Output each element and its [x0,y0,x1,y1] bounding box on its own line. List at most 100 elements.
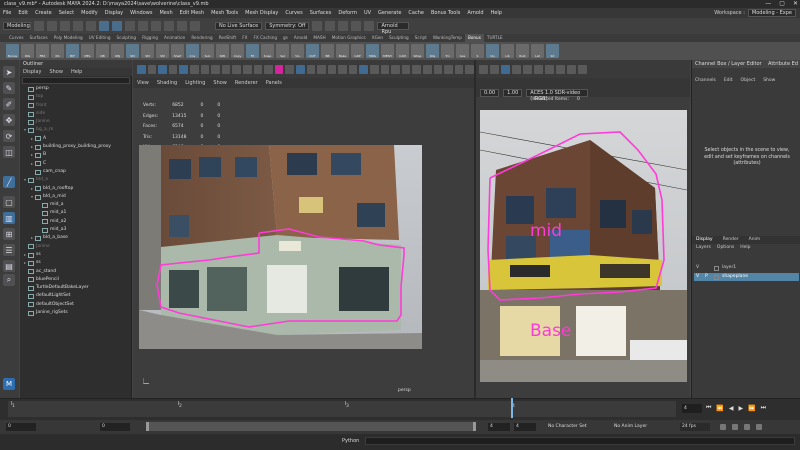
outliner-item[interactable]: ▸ bld_a_base [20,234,132,242]
shelf-button[interactable]: MRG [366,44,379,58]
cb-menu-show[interactable]: Show [763,77,775,85]
shelf-tab-animation[interactable]: Animation [161,34,188,42]
outliner-item[interactable]: front [20,102,132,110]
layer-playback-toggle[interactable]: P [705,273,711,281]
shelf-button[interactable]: GRP [351,44,364,58]
layer-visibility-toggle[interactable]: V [696,273,702,281]
viewport-tool-icon[interactable] [412,64,422,74]
range-handle-end[interactable] [473,422,476,431]
menu-mesh-display[interactable]: Mesh Display [245,8,278,18]
viewport-tool-icon[interactable] [200,64,210,74]
shelf-button[interactable]: Lib [501,44,514,58]
shelf-tab-motion-graphics[interactable]: Motion Graphics [329,34,369,42]
menu-windows[interactable]: Windows [130,8,152,18]
renderer-dropdown[interactable]: Arnold Rpu [377,22,410,35]
shelf-button[interactable]: OBJ [111,44,124,58]
shelf-button[interactable]: OUT [306,44,319,58]
viewport-tool-icon[interactable] [512,64,521,74]
viewport-tool-icon[interactable] [545,64,554,74]
colorspace-dropdown[interactable]: ACES 1.0 SDR-video (sRGB) [526,88,589,102]
redo-icon[interactable] [86,21,96,31]
paint-select-icon[interactable]: ✐ [3,98,15,110]
outliner-item[interactable]: mid_a2 [20,218,132,226]
shelf-button[interactable]: Fit [246,44,259,58]
menu-modify[interactable]: Modify [81,8,98,18]
workspace-dropdown[interactable]: Modeling - Expe [747,9,796,17]
outliner-search-input[interactable] [22,77,130,84]
viewport-tool-icon[interactable] [211,64,220,74]
outliner-menu-help[interactable]: Help [71,68,82,76]
lasso-tool-icon[interactable]: ✎ [3,82,15,94]
time-slider-track[interactable]: 1234 [8,401,676,417]
shelf-tab-xgen[interactable]: XGen [369,34,386,42]
symmetry-dropdown[interactable]: Symmetry: Off [265,22,310,30]
outliner-item[interactable]: ▸ building_proxy_building_proxy [20,143,132,151]
viewport-tool-icon[interactable] [306,64,316,74]
viewport-tool-icon[interactable] [454,64,464,74]
shelf-button[interactable]: Sel [276,44,289,58]
outliner-item[interactable]: Janine [20,118,132,126]
viewport-tool-icon[interactable] [433,64,443,74]
current-time-marker[interactable] [511,398,513,418]
shelf-button[interactable]: Bonus [6,44,19,58]
shelf-button[interactable]: SM [141,44,154,58]
viewport-tool-icon[interactable] [534,64,543,74]
viewport-persp[interactable]: View Shading Lighting Show Renderer Panels Ve… [133,60,474,398]
construction-history-icon[interactable] [312,21,323,31]
shelf-button[interactable]: SPR [216,44,229,58]
outliner-item[interactable]: ▸ A [20,135,132,143]
outliner-item[interactable]: Janine [20,243,132,251]
viewport-tool-icon[interactable] [137,64,146,74]
viewport-tool-icon[interactable] [490,64,499,74]
shelf-button[interactable]: Shelf [171,44,184,58]
menu-mesh-tools[interactable]: Mesh Tools [211,8,238,18]
step-forward-icon[interactable]: ⏩ [748,405,755,412]
go-to-start-icon[interactable]: ⏮ [706,404,711,412]
layer-tab-anim[interactable]: Anim [749,236,761,244]
command-language-toggle[interactable]: Python [342,438,359,444]
display-layer-row[interactable]: Vlayer1 [694,264,799,272]
shelf-button[interactable]: Copy [231,44,244,58]
viewport-tool-icon[interactable] [578,64,587,74]
shelf-button[interactable]: SM [156,44,169,58]
current-frame-field[interactable]: 4 [682,404,702,413]
viewport-tool-icon[interactable] [444,64,453,74]
outliner-item[interactable]: ▸ B [20,151,132,159]
maya-logo-icon[interactable]: M [3,378,15,390]
shelf-tab-bonus[interactable]: Bonus [464,34,484,42]
outliner-item[interactable]: ▸ C [20,160,132,168]
viewport-tool-icon[interactable] [567,64,576,74]
time-slider[interactable]: 1 2 3 4 [0,398,800,420]
shelf-button[interactable]: NB [96,44,109,58]
viewport-menu-panels[interactable]: Panels [266,78,282,88]
shelf-tab-sculpting[interactable]: Sculpting [386,34,412,42]
shelf-tab-arnold[interactable]: Arnold [291,34,311,42]
shelf-button[interactable]: IDG [21,44,34,58]
viewport-tool-icon[interactable] [221,64,231,74]
play-back-icon[interactable]: ◀ [729,405,734,412]
cb-menu-edit[interactable]: Edit [724,77,733,85]
shelf-tab-sculpting[interactable]: Sculpting [114,34,140,42]
menu-select[interactable]: Select [59,8,74,18]
viewport-tool-icon[interactable] [232,64,241,74]
viewport-tool-icon[interactable] [285,64,294,74]
viewport-tool-icon[interactable] [317,64,326,74]
play-forward-icon[interactable]: ▶ [739,405,744,412]
outliner-item[interactable]: ▸ bld_a_rooftop [20,185,132,193]
menu-deform[interactable]: Deform [338,8,357,18]
menu-generate[interactable]: Generate [378,8,401,18]
viewport-tool-icon[interactable] [338,64,347,74]
cb-menu-channels[interactable]: Channels [695,77,716,85]
render-settings-icon[interactable] [364,21,375,31]
shelf-button[interactable]: CAM [396,44,409,58]
move-tool-icon[interactable]: ✥ [3,114,15,126]
viewport-tool-icon[interactable] [253,64,263,74]
viewport-menu-renderer[interactable]: Renderer [235,78,258,88]
viewport-tool-icon[interactable] [423,64,432,74]
outliner-view-icon[interactable]: ☰ [3,244,15,256]
preferences-icon[interactable] [756,424,762,430]
scale-tool-icon[interactable]: ◫ [3,146,15,158]
menu-edit-mesh[interactable]: Edit Mesh [180,8,204,18]
shelf-button[interactable]: Vis [291,44,304,58]
shelf-tab-fx[interactable]: FX [239,34,250,42]
